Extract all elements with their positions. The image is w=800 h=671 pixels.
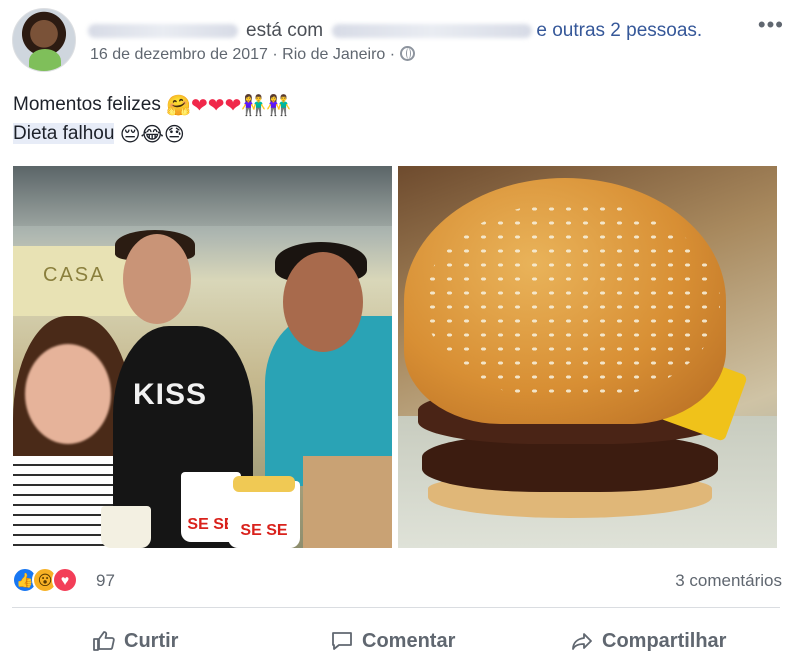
- divider: [12, 607, 780, 608]
- photo-ceiling: [13, 166, 392, 226]
- post-header: está com e outras 2 pessoas. 16 de dezem…: [10, 8, 790, 72]
- shirt-print: KISS: [133, 378, 208, 411]
- share-icon: [572, 633, 592, 650]
- burger-top-bun: [404, 178, 726, 424]
- meta-separator: ·: [272, 46, 278, 63]
- like-button[interactable]: Curtir: [92, 626, 178, 656]
- smile-hands-emoji-icon: 🤗: [166, 95, 192, 117]
- photo-shirt: [13, 456, 113, 548]
- post-date[interactable]: 16 de dezembro de 2017: [90, 46, 268, 63]
- with-text: está com: [246, 20, 324, 41]
- globe-icon[interactable]: [399, 46, 415, 61]
- author-name-blurred[interactable]: [88, 23, 238, 38]
- heart-emoji-icon: ❤: [224, 95, 242, 117]
- post-location[interactable]: Rio de Janeiro: [282, 46, 385, 63]
- couple-emoji-icon: 👫: [241, 95, 267, 117]
- couple-emoji-icon: 👫: [266, 95, 292, 117]
- meta-separator: ·: [389, 46, 396, 63]
- post-author-line: está com e outras 2 pessoas.: [88, 20, 702, 42]
- relieved-emoji-icon: 😔: [119, 124, 141, 146]
- reaction-count[interactable]: 97: [96, 571, 115, 591]
- photo-tray: [303, 456, 392, 548]
- photo-fries: [233, 476, 295, 492]
- post-text: Momentos felizes 🤗❤❤❤👫👫 Dieta falhou 😔😂😓: [13, 90, 291, 148]
- avatar[interactable]: [12, 8, 76, 72]
- joy-emoji-icon: 😂: [140, 124, 164, 146]
- photo-cup: [101, 506, 151, 548]
- comment-label: Comentar: [362, 629, 456, 652]
- post-text-diet: Dieta falhou: [13, 123, 115, 144]
- photo-burger[interactable]: [398, 166, 777, 548]
- sesame-seeds: [424, 202, 720, 402]
- comment-icon: [332, 632, 352, 650]
- photo-face-blurred: [283, 252, 363, 352]
- post-text-line-2: Dieta falhou 😔😂😓: [13, 119, 291, 148]
- more-icon[interactable]: •••: [758, 12, 784, 38]
- photo-face-blurred: [123, 234, 191, 324]
- store-sign: CASA: [43, 264, 106, 286]
- tagged-person-blurred[interactable]: [332, 23, 533, 38]
- others-link[interactable]: e outras 2 pessoas.: [536, 20, 702, 41]
- like-icon: [93, 631, 115, 651]
- post-meta: 16 de dezembro de 2017 · Rio de Janeiro …: [90, 46, 415, 64]
- share-label: Compartilhar: [602, 629, 727, 652]
- comments-count[interactable]: 3 comentários: [675, 571, 782, 591]
- cup-print: SE SE: [240, 522, 288, 539]
- heart-emoji-icon: ❤: [191, 95, 208, 117]
- share-button[interactable]: Compartilhar: [570, 626, 726, 656]
- photo-face-blurred: [25, 344, 111, 444]
- heart-emoji-icon: ❤: [207, 95, 225, 117]
- comment-button[interactable]: Comentar: [330, 626, 455, 656]
- sad-sweat-emoji-icon: 😓: [163, 124, 185, 146]
- like-label: Curtir: [124, 629, 179, 652]
- post-text-line-1: Momentos felizes 🤗❤❤❤👫👫: [13, 90, 291, 119]
- photo-friends[interactable]: CASA KISS SE SE SE SE: [13, 166, 392, 548]
- love-reaction-icon: ♥: [52, 567, 78, 593]
- post-text-happy: Momentos felizes: [13, 94, 161, 115]
